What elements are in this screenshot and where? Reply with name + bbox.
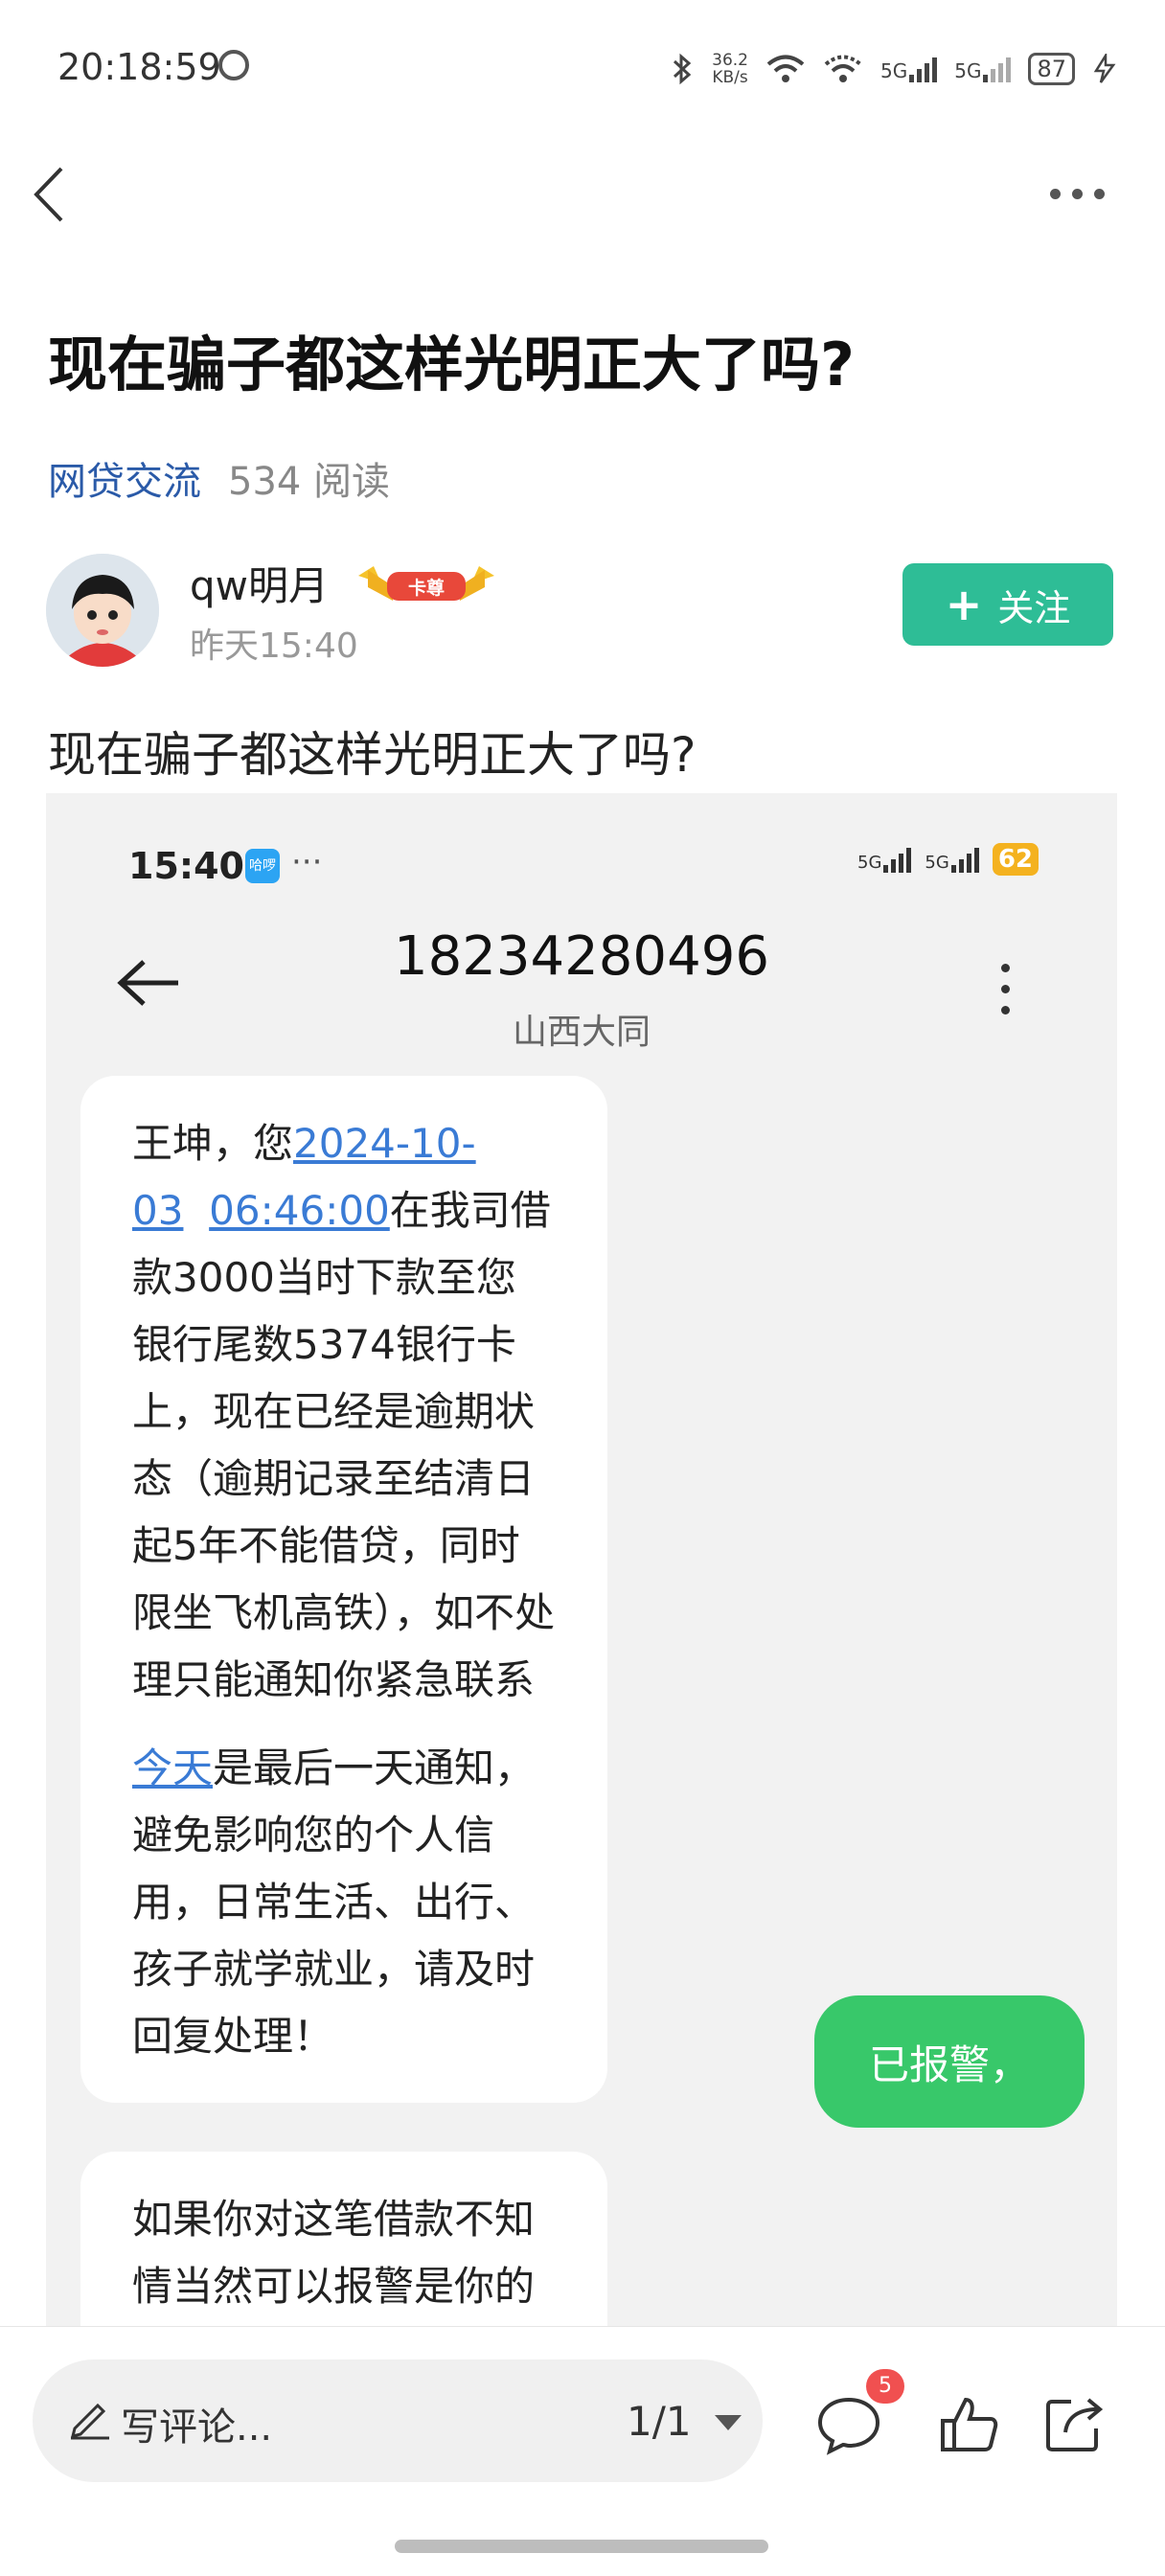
member-badge-icon: 卡尊 <box>358 566 494 601</box>
kebab-menu-icon <box>1001 964 1011 1014</box>
wifi-hotspot-icon <box>824 55 862 82</box>
message-bubble: 今天是最后一天通知，避免影响您的个人信用，日常生活、出行、孩子就学就业，请及时回… <box>80 1700 607 2103</box>
category-link[interactable]: 网贷交流 <box>48 460 201 504</box>
page-indicator[interactable]: 1/1 <box>627 2398 692 2445</box>
bluetooth-icon <box>674 53 692 85</box>
thumbs-up-icon[interactable] <box>937 2394 1002 2455</box>
signal-5g-icon: 5G <box>857 846 912 873</box>
comment-count-badge: 5 <box>866 2369 904 2404</box>
sender-location: 山西大同 <box>512 1013 651 1052</box>
post-body: 现在骗子都这样光明正大了吗? <box>48 727 697 783</box>
signal-5g-2: 5G <box>954 56 1012 82</box>
notification-dots: ··· <box>291 843 323 881</box>
battery-icon: 62 <box>992 843 1039 876</box>
status-time: 20:18:59 <box>57 46 221 88</box>
post-meta: 网贷交流 534 阅读 <box>48 450 390 506</box>
comment-placeholder: 写评论... <box>121 2405 273 2450</box>
follow-label: 关注 <box>997 586 1071 629</box>
time-link: 06:46:00 <box>209 1187 390 1234</box>
author-name[interactable]: qw明月 <box>190 554 329 612</box>
chevron-left-icon <box>34 167 63 222</box>
comment-icon[interactable] <box>816 2394 881 2455</box>
today-link: 今天 <box>132 1744 214 1791</box>
signal-5g-1: 5G <box>880 56 938 82</box>
message-bubble: 如果你对这笔借款不知情当然可以报警是你的权利，你也不要企图觉得 <box>80 2152 607 2326</box>
wifi-icon <box>766 55 805 82</box>
pencil-icon <box>70 2403 109 2440</box>
alarm-icon <box>218 50 249 80</box>
battery-icon: 87 <box>1028 53 1075 85</box>
signal-bars-icon <box>909 56 938 82</box>
post-title: 现在骗子都这样光明正大了吗? <box>48 330 855 399</box>
caret-down-icon[interactable] <box>715 2415 742 2430</box>
avatar[interactable] <box>46 554 159 667</box>
avatar-image <box>46 554 159 667</box>
charging-icon <box>1093 54 1116 83</box>
post-time: 昨天15:40 <box>190 627 358 666</box>
bottom-bar: 写评论... 1/1 5 <box>0 2326 1165 2576</box>
image-status-time: 15:40 <box>128 845 244 887</box>
sender-number: 18234280496 <box>394 925 769 988</box>
back-button[interactable] <box>27 161 84 228</box>
follow-button[interactable]: + 关注 <box>902 563 1113 646</box>
signal-bars-icon <box>983 56 1012 82</box>
hello-app-icon: 哈啰 <box>245 849 280 883</box>
more-button[interactable] <box>1050 182 1117 205</box>
signal-5g-icon: 5G <box>925 846 979 873</box>
read-count: 534 阅读 <box>228 460 391 504</box>
comment-input[interactable]: 写评论... 1/1 <box>33 2359 763 2482</box>
home-indicator[interactable] <box>395 2540 768 2553</box>
status-icons: 36.2 KB/s 5G 5G 87 <box>670 44 1117 94</box>
network-speed: 36.2 KB/s <box>712 51 748 87</box>
badge-label: 卡尊 <box>408 577 445 599</box>
share-icon[interactable] <box>1042 2394 1108 2455</box>
image-status-icons: 5G 5G 62 <box>857 843 1039 876</box>
post-image[interactable]: 15:40 哈啰 ··· 5G 5G 62 18234280496 山西大同 王… <box>46 793 1117 2326</box>
plus-icon: + <box>945 579 983 630</box>
status-bar: 20:18:59 36.2 KB/s 5G 5G 87 <box>0 0 1165 134</box>
sent-message-bubble: 已报警， <box>814 1995 1085 2128</box>
more-dots-icon <box>1050 188 1061 199</box>
